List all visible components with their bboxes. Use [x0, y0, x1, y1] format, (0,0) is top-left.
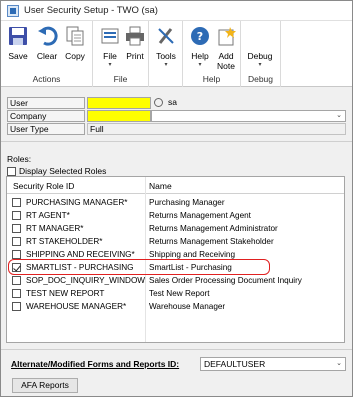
user-id-field[interactable]	[87, 97, 151, 109]
ribbon: Save Clear Copy Actions File ▾ Print Fil…	[1, 21, 352, 87]
app-window-icon	[7, 4, 19, 17]
role-checkbox[interactable]	[12, 302, 21, 311]
role-checkbox[interactable]	[12, 224, 21, 233]
ribbon-group-help: ? Help ▾ Add Note Help	[183, 21, 241, 87]
divider	[1, 141, 352, 142]
copy-icon	[64, 25, 86, 47]
ribbon-group-file: File ▾ Print File	[93, 21, 149, 87]
table-row[interactable]: RT AGENT* Returns Management Agent	[7, 209, 344, 222]
user-name-field: sa	[168, 97, 177, 107]
divider	[1, 349, 352, 350]
save-button[interactable]: Save	[6, 23, 30, 61]
save-icon	[7, 25, 29, 47]
chevron-down-icon: ▾	[258, 62, 262, 68]
afa-row: Alternate/Modified Forms and Reports ID:…	[7, 357, 346, 371]
column-header-role-id[interactable]: Security Role ID	[13, 181, 74, 191]
ribbon-group-label-debug: Debug	[247, 74, 274, 84]
ribbon-group-label-help: Help	[202, 74, 221, 84]
user-type-value: Full	[87, 123, 346, 135]
table-row[interactable]: WAREHOUSE MANAGER* Warehouse Manager	[7, 300, 344, 313]
ribbon-group-actions: Save Clear Copy Actions	[1, 21, 93, 87]
afa-id-dropdown[interactable]: DEFAULTUSER ⌄	[200, 357, 346, 371]
table-row[interactable]: RT STAKEHOLDER* Returns Management Stake…	[7, 235, 344, 248]
column-header-name[interactable]: Name	[149, 181, 172, 191]
afa-reports-button[interactable]: AFA Reports	[12, 378, 78, 393]
tools-icon	[155, 25, 177, 47]
copy-button[interactable]: Copy	[63, 23, 87, 61]
company-field[interactable]	[87, 110, 151, 122]
svg-text:?: ?	[197, 30, 203, 43]
chevron-down-icon: ▾	[198, 62, 202, 68]
grid-header: Security Role ID Name	[7, 177, 344, 194]
debug-menu-button[interactable]: Debug ▾	[247, 23, 272, 69]
title-bar: User Security Setup - TWO (sa)	[1, 1, 352, 21]
afa-id-value: DEFAULTUSER	[204, 359, 266, 369]
table-row[interactable]: SOP_DOC_INQUIRY_WINDOW Sales Order Proce…	[7, 274, 344, 287]
debug-icon	[249, 25, 271, 47]
user-label: User	[7, 97, 85, 109]
chevron-down-icon: ▾	[108, 62, 112, 68]
help-icon: ?	[189, 25, 211, 47]
folder-icon	[99, 25, 121, 47]
role-checkbox[interactable]	[12, 237, 21, 246]
user-security-setup-window: User Security Setup - TWO (sa) Save Clea…	[0, 0, 353, 397]
role-checkbox[interactable]	[12, 289, 21, 298]
add-note-button[interactable]: Add Note	[214, 23, 238, 71]
security-roles-grid: Security Role ID Name PURCHASING MANAGER…	[6, 176, 345, 343]
table-row[interactable]: RT MANAGER* Returns Management Administr…	[7, 222, 344, 235]
user-type-label: User Type	[7, 123, 85, 135]
tools-menu-button[interactable]: Tools ▾	[154, 23, 178, 69]
role-checkbox[interactable]	[12, 250, 21, 259]
roles-label: Roles:	[7, 154, 32, 164]
clear-button[interactable]: Clear	[35, 23, 59, 61]
checkbox-box[interactable]	[7, 166, 16, 176]
company-dropdown[interactable]: ⌄	[151, 110, 346, 122]
lookup-icon[interactable]	[154, 98, 163, 107]
ribbon-group-label-file: File	[113, 74, 128, 84]
chevron-down-icon: ⌄	[336, 112, 342, 119]
role-checkbox[interactable]	[12, 211, 21, 220]
display-selected-roles-checkbox[interactable]: Display Selected Roles	[7, 166, 106, 176]
window-title: User Security Setup - TWO (sa)	[24, 5, 158, 16]
printer-icon	[124, 25, 146, 47]
role-checkbox[interactable]	[12, 198, 21, 207]
help-menu-button[interactable]: ? Help ▾	[188, 23, 212, 69]
annotation-highlight-box	[8, 259, 270, 275]
print-button[interactable]: Print	[123, 23, 147, 61]
ribbon-group-debug: Debug ▾ Debug	[241, 21, 281, 87]
ribbon-group-label-actions: Actions	[32, 74, 61, 84]
chevron-down-icon: ⌄	[336, 360, 342, 367]
ribbon-group-tools: Tools ▾	[149, 21, 183, 87]
company-label: Company	[7, 110, 85, 122]
display-selected-roles-label: Display Selected Roles	[19, 166, 107, 176]
table-row[interactable]: TEST NEW REPORT Test New Report	[7, 287, 344, 300]
chevron-down-icon: ▾	[164, 62, 168, 68]
table-row[interactable]: PURCHASING MANAGER* Purchasing Manager	[7, 196, 344, 209]
add-note-icon	[215, 25, 237, 47]
file-menu-button[interactable]: File ▾	[98, 23, 122, 69]
afa-label: Alternate/Modified Forms and Reports ID:	[11, 359, 180, 369]
role-checkbox[interactable]	[12, 276, 21, 285]
undo-icon	[36, 25, 58, 47]
